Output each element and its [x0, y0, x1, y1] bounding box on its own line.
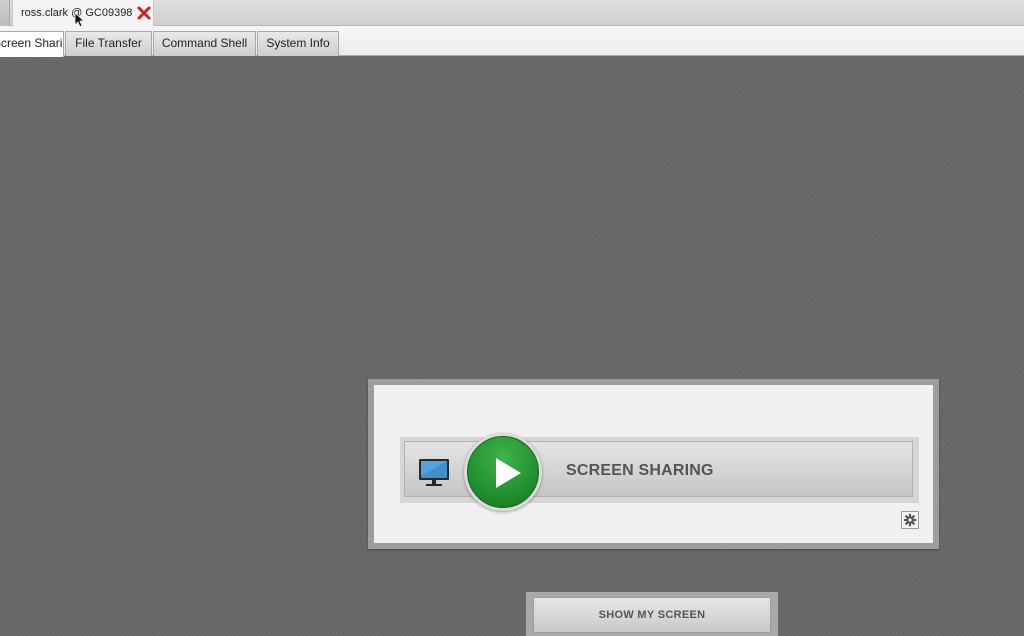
tab-system-info[interactable]: System Info [257, 31, 339, 56]
play-button[interactable] [467, 436, 539, 508]
play-icon [496, 458, 521, 488]
screen-sharing-strip: SCREEN SHARING [400, 433, 919, 511]
function-tab-bar: Screen Sharing File Transfer Command She… [0, 26, 1024, 57]
monitor-icon [419, 459, 449, 486]
session-tab-previous[interactable] [0, 0, 10, 26]
screen-sharing-panel-inner: SCREEN SHARING [374, 385, 933, 543]
screen-sharing-button[interactable]: SCREEN SHARING [404, 433, 913, 511]
screen-sharing-panel: SCREEN SHARING [368, 379, 939, 549]
show-my-screen-panel: SHOW MY SCREEN [526, 592, 778, 636]
tab-screen-sharing[interactable]: Screen Sharing [0, 31, 64, 57]
play-button-ring [464, 433, 542, 511]
session-tab-bar: ross.clark @ GC09398 [0, 0, 1024, 28]
close-icon[interactable] [135, 4, 153, 22]
remote-viewport [0, 56, 1024, 636]
gear-icon[interactable] [901, 511, 919, 529]
tab-file-transfer[interactable]: File Transfer [65, 31, 152, 56]
screen-sharing-label: SCREEN SHARING [566, 462, 714, 479]
tab-command-shell[interactable]: Command Shell [153, 31, 256, 56]
show-my-screen-button[interactable]: SHOW MY SCREEN [533, 597, 771, 633]
